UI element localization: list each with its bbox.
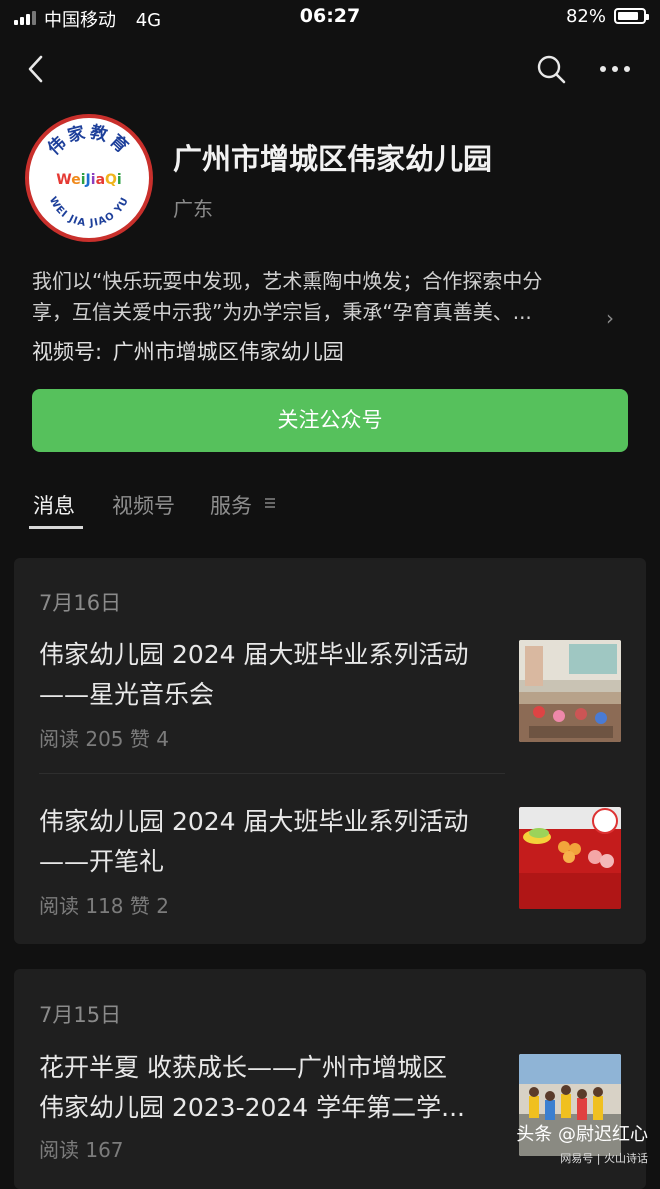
description-line-1: 我们以“快乐玩耍中发现，艺术熏陶中焕发；合作探索中分 bbox=[32, 269, 543, 293]
article-thumbnail[interactable] bbox=[519, 640, 621, 742]
battery-icon bbox=[614, 8, 649, 24]
article-item[interactable]: 伟家幼儿园 2024 届大班毕业系列活动 ——开笔礼 阅读 118 赞 2 bbox=[39, 802, 621, 922]
message-group: 7月16日 伟家幼儿园 2024 届大班毕业系列活动 ——星光音乐会 阅读 20… bbox=[14, 558, 646, 944]
group-date: 7月15日 bbox=[39, 1003, 122, 1027]
article-title: 花开半夏 收获成长——广州市增城区 伟家幼儿园 2023-2024 学年第二学.… bbox=[39, 1053, 466, 1122]
watermark: 头条 @尉迟红心 bbox=[516, 1124, 648, 1145]
channel-name: 广州市增城区伟家幼儿园 bbox=[112, 340, 344, 364]
status-bar: 中国移动 4G 06:27 82% bbox=[0, 0, 660, 36]
chevron-right-icon: › bbox=[606, 306, 614, 330]
account-logo[interactable]: 伟家教育 WeiJiaQi WEI JIA JIAO YU bbox=[25, 114, 153, 242]
svg-text:WeiJiaQi: WeiJiaQi bbox=[56, 172, 121, 188]
article-stats: 阅读 167 bbox=[39, 1138, 124, 1162]
more-options-icon[interactable] bbox=[598, 52, 632, 86]
article-stats: 阅读 118 赞 2 bbox=[39, 894, 169, 918]
account-description[interactable]: 我们以“快乐玩耍中发现，艺术熏陶中焕发；合作探索中分 享，互信关爱中示我”为办学… bbox=[32, 266, 614, 330]
menu-icon[interactable] bbox=[264, 496, 276, 510]
battery-percent: 82% bbox=[565, 6, 606, 27]
back-arrow-icon[interactable] bbox=[22, 52, 52, 86]
group-date: 7月16日 bbox=[39, 591, 122, 615]
article-item[interactable]: 花开半夏 收获成长——广州市增城区 伟家幼儿园 2023-2024 学年第二学.… bbox=[39, 1048, 621, 1168]
watermark-sub: 网易号 | 火山诗话 bbox=[560, 1152, 648, 1165]
channel-link[interactable]: 视频号: 广州市增城区伟家幼儿园 bbox=[32, 336, 344, 366]
active-tab-indicator bbox=[29, 526, 83, 529]
article-title: 伟家幼儿园 2024 届大班毕业系列活动 ——星光音乐会 bbox=[39, 640, 469, 709]
message-group: 7月15日 花开半夏 收获成长——广州市增城区 伟家幼儿园 2023-2024 … bbox=[14, 969, 646, 1189]
svg-text:伟家教育: 伟家教育 bbox=[43, 121, 134, 159]
channel-label: 视频号: bbox=[32, 340, 103, 364]
tab-bar: 消息 视频号 服务 bbox=[0, 490, 660, 534]
article-stats: 阅读 205 赞 4 bbox=[39, 727, 169, 751]
logo-text-top: 伟家教育 bbox=[43, 121, 131, 159]
tab-channels[interactable]: 视频号 bbox=[112, 490, 175, 520]
svg-text:WEI JIA JIAO YU: WEI JIA JIAO YU bbox=[47, 195, 131, 229]
tab-messages[interactable]: 消息 bbox=[33, 490, 75, 520]
follow-button[interactable]: 关注公众号 bbox=[32, 389, 628, 452]
logo-text-bottom: WEI JIA JIAO YU bbox=[47, 195, 130, 229]
account-name: 广州市增城区伟家幼儿园 bbox=[173, 142, 493, 176]
kindergarten-logo-icon: 伟家教育 WeiJiaQi WEI JIA JIAO YU bbox=[43, 121, 134, 229]
search-icon[interactable] bbox=[534, 52, 568, 86]
clock: 06:27 bbox=[299, 5, 361, 27]
article-item[interactable]: 伟家幼儿园 2024 届大班毕业系列活动 ——星光音乐会 阅读 205 赞 4 bbox=[39, 635, 621, 755]
tab-services[interactable]: 服务 bbox=[210, 490, 252, 520]
description-line-2: 享，互信关爱中示我”为办学宗旨，秉承“孕育真善美、... bbox=[32, 300, 532, 324]
nav-bar bbox=[0, 44, 660, 94]
article-thumbnail[interactable] bbox=[519, 807, 621, 909]
article-title: 伟家幼儿园 2024 届大班毕业系列活动 ——开笔礼 bbox=[39, 807, 469, 876]
divider bbox=[39, 773, 505, 774]
account-region: 广东 bbox=[173, 197, 213, 221]
